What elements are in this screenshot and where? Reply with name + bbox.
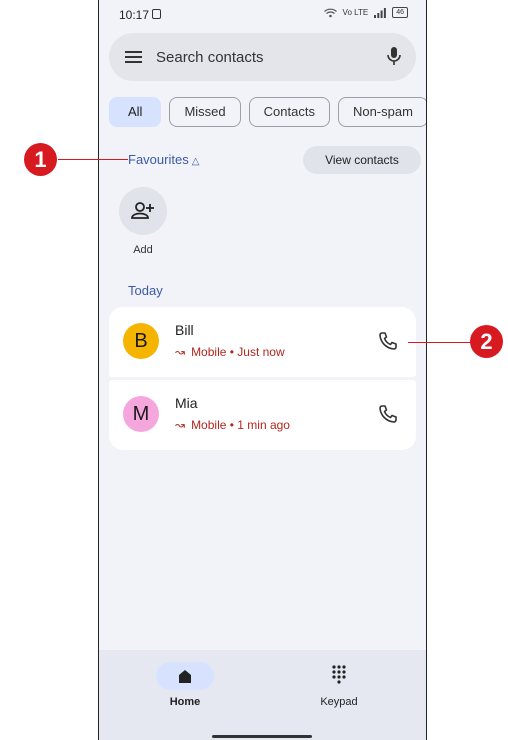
callout-1-leader-line (58, 159, 128, 160)
phone-screen: 10:17 Vo LTE 46 All Missed Contac (98, 0, 427, 740)
chevron-up-icon: △ (191, 156, 200, 167)
add-favourite-button[interactable] (119, 187, 167, 235)
wifi-icon (323, 8, 337, 17)
chip-missed[interactable]: Missed (169, 97, 241, 127)
missed-call-icon: ↝ (175, 418, 186, 432)
nav-keypad[interactable]: Keypad (289, 662, 389, 708)
menu-icon[interactable] (125, 51, 142, 66)
search-input[interactable] (156, 47, 376, 67)
callout-2-badge: 2 (470, 325, 503, 358)
status-time: 10:17 (119, 8, 150, 22)
battery-icon: 46 (392, 7, 408, 18)
callout-2-leader-line (408, 342, 474, 343)
bottom-navigation: Home Keypad (99, 650, 426, 740)
status-bar: 10:17 Vo LTE 46 (99, 0, 426, 26)
missed-call-icon: ↝ (175, 345, 186, 359)
status-icons: Vo LTE 46 (323, 7, 408, 18)
callout-1-badge: 1 (24, 143, 57, 176)
nav-keypad-indicator (310, 662, 368, 690)
signal-icon (374, 7, 387, 18)
call-log-item[interactable]: M Mia ↝ Mobile • 1 min ago (109, 380, 416, 450)
nav-keypad-label: Keypad (320, 696, 358, 708)
filter-chips: All Missed Contacts Non-spam (109, 97, 426, 127)
gesture-bar[interactable] (212, 735, 312, 738)
favourites-header[interactable]: Favourites △ (128, 152, 199, 167)
home-icon (179, 670, 191, 683)
call-detail-text: Mobile • Just now (191, 345, 285, 359)
chip-non-spam[interactable]: Non-spam (337, 97, 426, 127)
nav-home-indicator (156, 662, 214, 690)
phone-call-icon[interactable] (378, 331, 398, 351)
nav-home[interactable]: Home (135, 662, 235, 708)
chip-all[interactable]: All (109, 97, 162, 127)
caller-name: Mia (175, 395, 198, 411)
avatar: B (123, 323, 159, 359)
add-person-icon (131, 202, 154, 219)
favourites-title: Favourites (128, 152, 189, 167)
add-label: Add (133, 244, 153, 256)
call-detail-text: Mobile • 1 min ago (191, 418, 290, 432)
section-today: Today (128, 283, 163, 298)
call-detail: ↝ Mobile • 1 min ago (175, 418, 290, 432)
search-bar[interactable] (109, 33, 416, 81)
call-log-item[interactable]: B Bill ↝ Mobile • Just now (109, 307, 416, 377)
call-detail: ↝ Mobile • Just now (175, 345, 285, 359)
volte-label: Vo LTE (342, 8, 369, 17)
view-contacts-button[interactable]: View contacts (303, 146, 421, 174)
caller-name: Bill (175, 322, 194, 338)
mic-icon[interactable] (386, 46, 402, 68)
dialpad-icon (332, 665, 346, 684)
avatar: M (123, 396, 159, 432)
phone-call-icon[interactable] (378, 404, 398, 424)
nav-home-label: Home (169, 696, 201, 708)
chip-contacts[interactable]: Contacts (248, 97, 330, 127)
screenshot-notification-icon (152, 9, 161, 19)
